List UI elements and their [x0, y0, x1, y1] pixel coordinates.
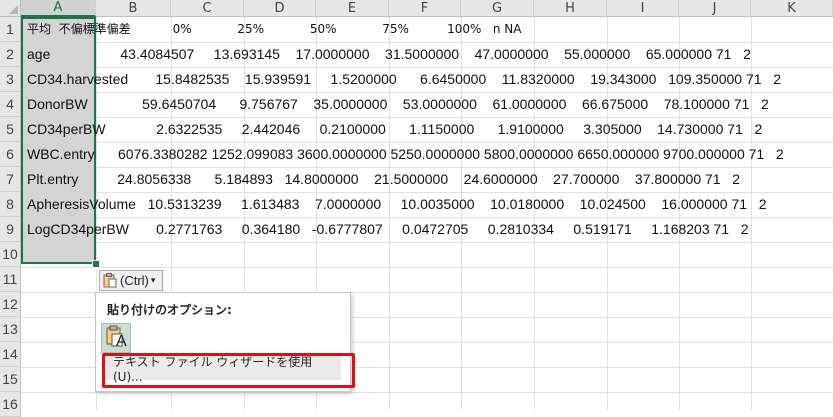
row-header-12[interactable]: 12	[0, 292, 21, 317]
gridline	[21, 392, 833, 393]
row-header-5[interactable]: 5	[0, 117, 21, 142]
row-header-14[interactable]: 14	[0, 342, 21, 367]
cell-a1[interactable]: 平均 不偏標準偏差 0% 25% 50% 75% 100% n NA	[27, 17, 521, 42]
column-header-f[interactable]: F	[389, 0, 461, 17]
cell-a3[interactable]: CD34.harvested 15.8482535 15.939591 1.52…	[27, 67, 781, 92]
cell-a9[interactable]: LogCD34perBW 0.2771763 0.364180 -0.67778…	[27, 217, 749, 242]
row-header-6[interactable]: 6	[0, 142, 21, 167]
row-header-15[interactable]: 15	[0, 367, 21, 392]
column-header-a[interactable]: A	[21, 0, 96, 17]
row-header-4[interactable]: 4	[0, 92, 21, 117]
row-header-1[interactable]: 1	[0, 17, 21, 42]
row-header-3[interactable]: 3	[0, 67, 21, 92]
column-header-d[interactable]: D	[244, 0, 316, 17]
paste-options-button[interactable]: (Ctrl) ▾	[99, 270, 163, 291]
annotation-highlight-box	[102, 353, 355, 388]
row-header-9[interactable]: 9	[0, 217, 21, 242]
column-header-h[interactable]: H	[534, 0, 607, 17]
keep-source-letter: A	[116, 333, 127, 350]
row-header-11[interactable]: 11	[0, 267, 21, 292]
gridline	[21, 242, 833, 243]
gridline	[21, 267, 833, 268]
cell-a6[interactable]: WBC.entry 6076.3380282 1252.099083 3600.…	[27, 142, 784, 167]
column-header-e[interactable]: E	[316, 0, 389, 17]
column-header-c[interactable]: C	[171, 0, 244, 17]
cell-a2[interactable]: age 43.4084507 13.693145 17.0000000 31.5…	[27, 42, 751, 67]
cell-a4[interactable]: DonorBW 59.6450704 9.756767 35.0000000 5…	[27, 92, 769, 117]
chevron-down-icon: ▾	[150, 275, 156, 285]
cell-a7[interactable]: Plt.entry 24.8056338 5.184893 14.8000000…	[27, 167, 740, 192]
keep-source-formatting-button[interactable]: A	[101, 323, 131, 353]
select-all-corner[interactable]	[0, 0, 21, 17]
column-header-k[interactable]: K	[751, 0, 833, 17]
paste-options-title: 貼り付けのオプション:	[107, 303, 232, 317]
row-header-8[interactable]: 8	[0, 192, 21, 217]
column-header-j[interactable]: J	[679, 0, 751, 17]
row-header-13[interactable]: 13	[0, 317, 21, 342]
row-header-7[interactable]: 7	[0, 167, 21, 192]
fill-handle[interactable]	[92, 260, 100, 268]
row-header-16[interactable]: 16	[0, 392, 21, 417]
cell-a5[interactable]: CD34perBW 2.6322535 2.442046 0.2100000 1…	[27, 117, 762, 142]
column-header-i[interactable]: I	[607, 0, 679, 17]
clipboard-icon	[103, 273, 117, 288]
row-header-2[interactable]: 2	[0, 42, 21, 67]
cell-a8[interactable]: ApheresisVolume 10.5313239 1.613483 7.00…	[27, 192, 767, 217]
column-header-g[interactable]: G	[461, 0, 534, 17]
row-header-10[interactable]: 10	[0, 242, 21, 267]
column-header-b[interactable]: B	[96, 0, 171, 17]
paste-options-label: (Ctrl)	[120, 273, 149, 288]
